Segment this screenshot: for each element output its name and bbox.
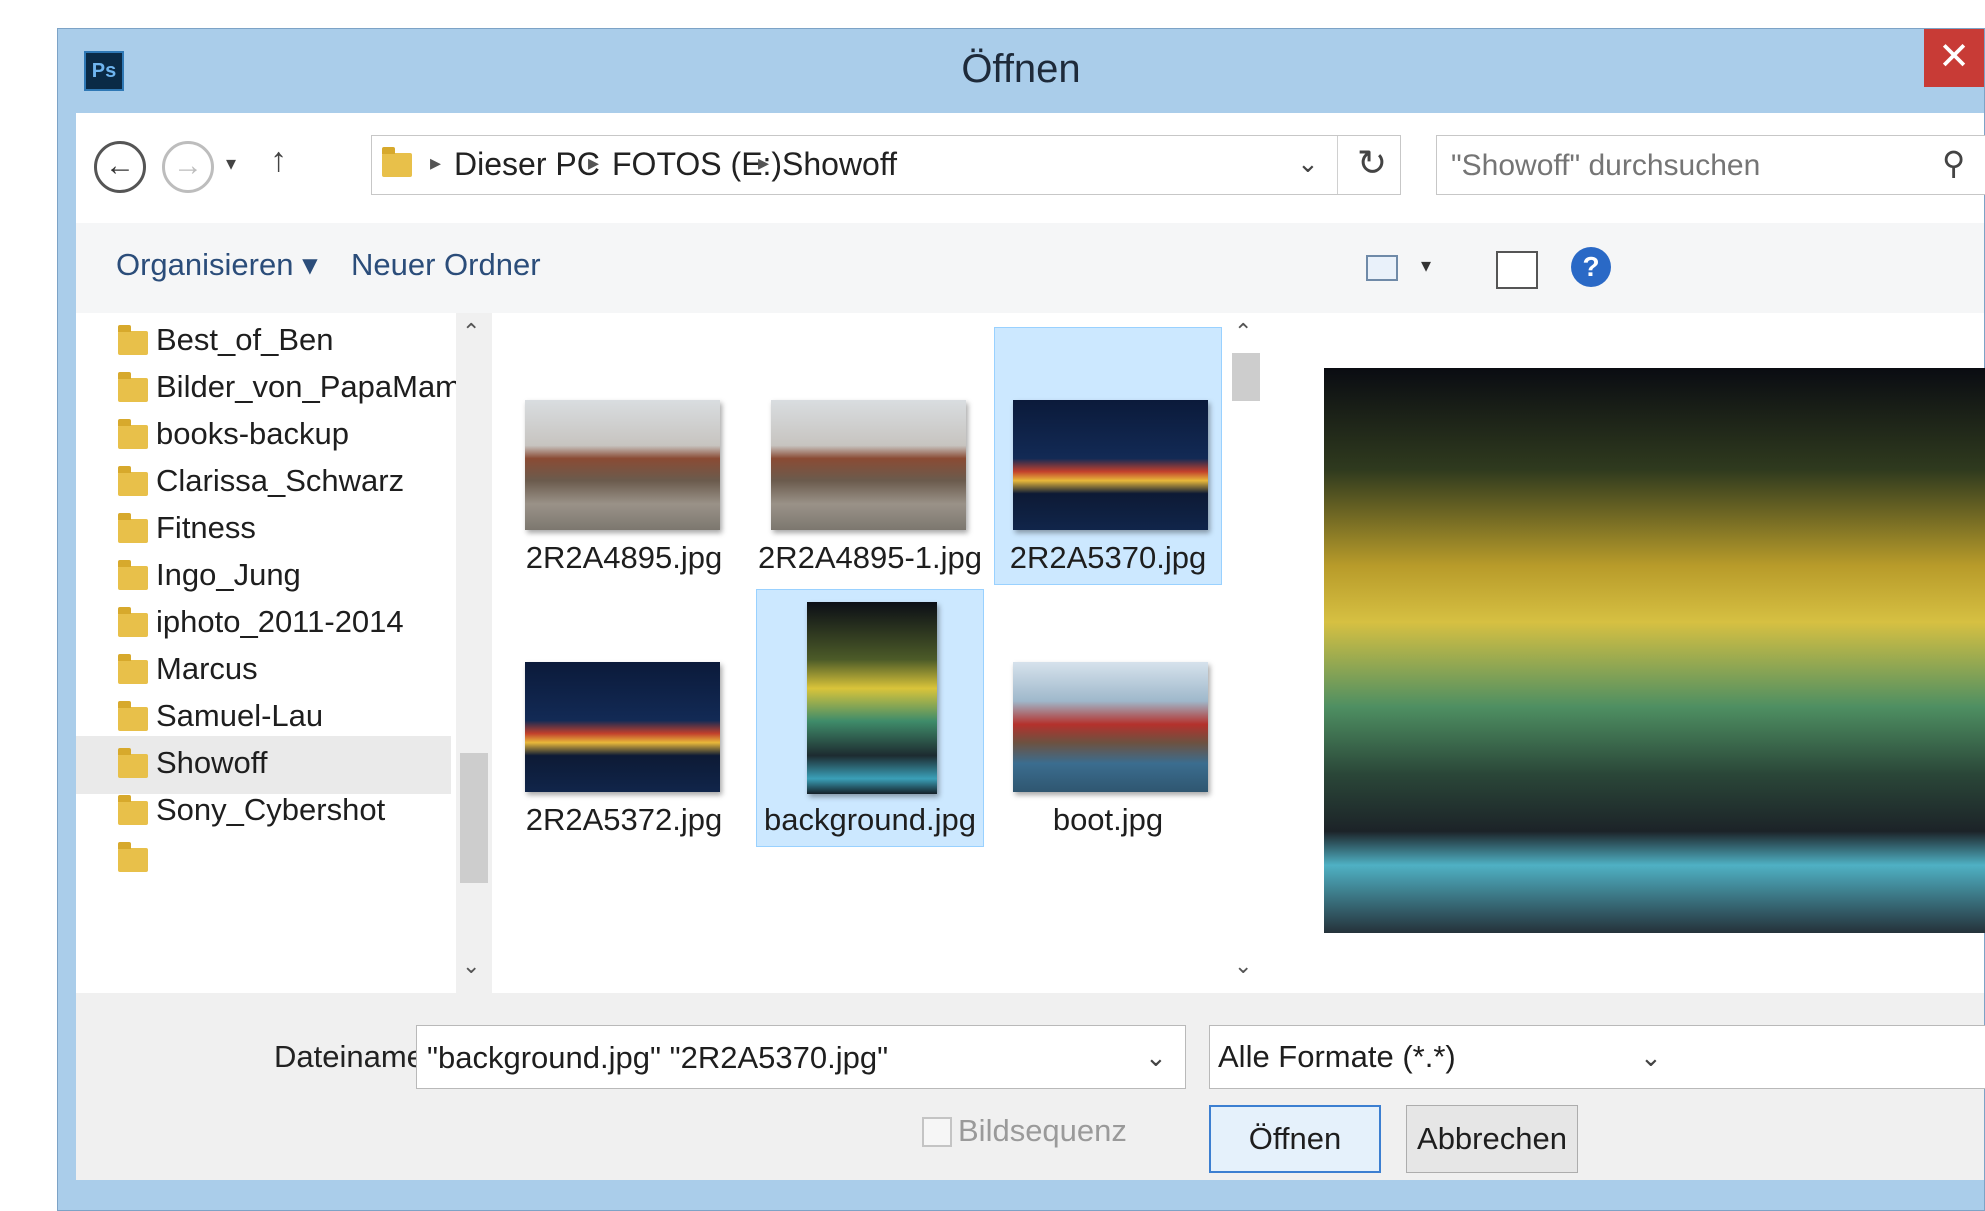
breadcrumb-dieser-pc[interactable]: Dieser PC bbox=[454, 146, 600, 183]
sidebar-item-label: Clarissa_Schwarz bbox=[156, 463, 405, 498]
image-thumbnail bbox=[1013, 662, 1208, 792]
bottom-bar: Dateiname: ⌄ Alle Formate (*.*) ⌄ Bildse… bbox=[76, 993, 1985, 1180]
scroll-up-icon[interactable]: ⌃ bbox=[1234, 319, 1252, 345]
image-sequence-label: Bildsequenz bbox=[958, 1113, 1127, 1148]
sidebar-item-label: books-backup bbox=[156, 416, 350, 451]
image-thumbnail bbox=[771, 400, 966, 530]
breadcrumb-fotos[interactable]: FOTOS (E:) bbox=[612, 146, 782, 183]
address-history-chevron-down-icon[interactable]: ⌄ bbox=[1297, 148, 1319, 179]
breadcrumb-separator-icon[interactable]: ▸ bbox=[758, 150, 769, 176]
address-row: ← → ▾ ↑ ▸ Dieser PC ▸ FOTOS (E:) ▸ Showo… bbox=[76, 113, 1985, 223]
scroll-up-icon[interactable]: ⌃ bbox=[462, 319, 480, 345]
folder-icon bbox=[118, 560, 148, 590]
address-divider bbox=[1337, 136, 1338, 194]
open-dialog: Ps Öffnen ✕ ← → ▾ ↑ ▸ Dieser PC ▸ FOTOS … bbox=[57, 28, 1985, 1211]
folder-icon bbox=[118, 325, 148, 355]
breadcrumb-separator-icon[interactable]: ▸ bbox=[430, 150, 441, 176]
folder-icon bbox=[118, 654, 148, 684]
sidebar-item-label: Sony_Cybershot bbox=[156, 792, 386, 827]
forward-button[interactable]: → bbox=[162, 141, 214, 193]
search-input[interactable] bbox=[1449, 144, 1893, 188]
file-list: 2R2A4895.jpg 2R2A4895-1.jpg 2R2A5370.jpg… bbox=[492, 313, 1228, 993]
sidebar-item-partial[interactable] bbox=[76, 830, 451, 888]
sidebar-item-label: Ingo_Jung bbox=[156, 557, 301, 592]
image-sequence-checkbox[interactable] bbox=[922, 1117, 952, 1147]
dialog-title: Öffnen bbox=[961, 47, 1081, 91]
image-thumbnail bbox=[1013, 400, 1208, 530]
file-type-chevron-down-icon[interactable]: ⌄ bbox=[1640, 1042, 1662, 1073]
file-name: 2R2A5370.jpg bbox=[1009, 540, 1207, 575]
file-name: boot.jpg bbox=[1052, 802, 1164, 837]
filename-input[interactable] bbox=[425, 1036, 1129, 1080]
dialog-body: ← → ▾ ↑ ▸ Dieser PC ▸ FOTOS (E:) ▸ Showo… bbox=[76, 113, 1985, 1180]
file-name: 2R2A4895.jpg bbox=[525, 540, 723, 575]
address-bar[interactable]: ▸ Dieser PC ▸ FOTOS (E:) ▸ Showoff ⌄ ↻ bbox=[371, 135, 1401, 195]
filename-chevron-down-icon[interactable]: ⌄ bbox=[1145, 1042, 1167, 1073]
file-type-select[interactable]: Alle Formate (*.*) ⌄ bbox=[1209, 1025, 1985, 1089]
scroll-down-icon[interactable]: ⌄ bbox=[462, 953, 480, 979]
file-tile-2r2a5372[interactable]: 2R2A5372.jpg bbox=[510, 589, 738, 847]
folder-icon bbox=[382, 147, 412, 177]
sidebar-item-label: Showoff bbox=[156, 745, 268, 780]
file-list-scrollbar[interactable]: ⌃ ⌄ bbox=[1228, 313, 1264, 993]
preview-pane-icon[interactable] bbox=[1496, 251, 1538, 289]
preview-image bbox=[1324, 368, 1985, 933]
search-icon[interactable]: ⚲ bbox=[1942, 144, 1965, 182]
folder-icon bbox=[118, 513, 148, 543]
cancel-button[interactable]: Abbrechen bbox=[1406, 1105, 1578, 1173]
open-button[interactable]: Öffnen bbox=[1209, 1105, 1381, 1173]
sidebar-item-label: Marcus bbox=[156, 651, 258, 686]
title-bar[interactable]: Ps Öffnen ✕ bbox=[58, 29, 1984, 111]
back-button[interactable]: ← bbox=[94, 141, 146, 193]
organize-button[interactable]: Organisieren ▾ bbox=[116, 247, 318, 283]
folder-icon bbox=[118, 842, 148, 872]
preview-pane bbox=[1264, 313, 1985, 993]
sidebar-item-label: iphoto_2011-2014 bbox=[156, 604, 404, 639]
sidebar-item-label: Best_of_Ben bbox=[156, 322, 334, 357]
refresh-icon[interactable]: ↻ bbox=[1357, 142, 1387, 184]
folder-icon bbox=[118, 748, 148, 778]
file-tile-2r2a4895[interactable]: 2R2A4895.jpg bbox=[510, 327, 738, 585]
file-name: 2R2A4895-1.jpg bbox=[757, 540, 983, 575]
image-thumbnail bbox=[525, 662, 720, 792]
navigation-pane: Best_of_Ben Bilder_von_PapaMama books-ba… bbox=[76, 313, 456, 993]
new-folder-button[interactable]: Neuer Ordner bbox=[351, 247, 541, 283]
folder-icon bbox=[118, 701, 148, 731]
scrollbar-thumb[interactable] bbox=[1232, 353, 1260, 401]
image-thumbnail bbox=[807, 602, 937, 794]
sidebar-item-label: Samuel-Lau bbox=[156, 698, 324, 733]
file-type-value: Alle Formate (*.*) bbox=[1218, 1039, 1456, 1074]
folder-icon bbox=[118, 419, 148, 449]
folder-icon bbox=[118, 372, 148, 402]
help-icon[interactable]: ? bbox=[1571, 247, 1611, 287]
change-view-icon[interactable] bbox=[1366, 255, 1398, 281]
file-name: background.jpg bbox=[764, 802, 976, 837]
close-button[interactable]: ✕ bbox=[1924, 29, 1984, 87]
view-options-chevron-down-icon[interactable]: ▾ bbox=[1421, 253, 1431, 278]
filename-label: Dateiname: bbox=[274, 1039, 433, 1074]
scrollbar-thumb[interactable] bbox=[460, 753, 488, 883]
file-name: 2R2A5372.jpg bbox=[525, 802, 723, 837]
file-tile-2r2a5370[interactable]: 2R2A5370.jpg bbox=[994, 327, 1222, 585]
sidebar-item-label: Fitness bbox=[156, 510, 256, 545]
file-tile-boot[interactable]: boot.jpg bbox=[994, 589, 1222, 847]
scroll-down-icon[interactable]: ⌄ bbox=[1234, 953, 1252, 979]
file-tile-background[interactable]: background.jpg bbox=[756, 589, 984, 847]
folder-icon bbox=[118, 607, 148, 637]
breadcrumb-showoff[interactable]: Showoff bbox=[782, 146, 897, 183]
breadcrumb-separator-icon[interactable]: ▸ bbox=[588, 150, 599, 176]
up-arrow-icon[interactable]: ↑ bbox=[270, 141, 287, 180]
sidebar-item-label: Bilder_von_PapaMama bbox=[156, 369, 456, 404]
filename-combobox[interactable]: ⌄ bbox=[416, 1025, 1186, 1089]
image-thumbnail bbox=[525, 400, 720, 530]
navigation-pane-scrollbar[interactable]: ⌃ ⌄ bbox=[456, 313, 492, 993]
search-box[interactable]: ⚲ bbox=[1436, 135, 1985, 195]
file-tile-2r2a4895-1[interactable]: 2R2A4895-1.jpg bbox=[756, 327, 984, 585]
folder-icon bbox=[118, 795, 148, 825]
folder-icon bbox=[118, 466, 148, 496]
command-bar: Organisieren ▾ Neuer Ordner ▾ ? bbox=[76, 223, 1984, 313]
recent-locations-chevron-down-icon[interactable]: ▾ bbox=[226, 151, 236, 176]
